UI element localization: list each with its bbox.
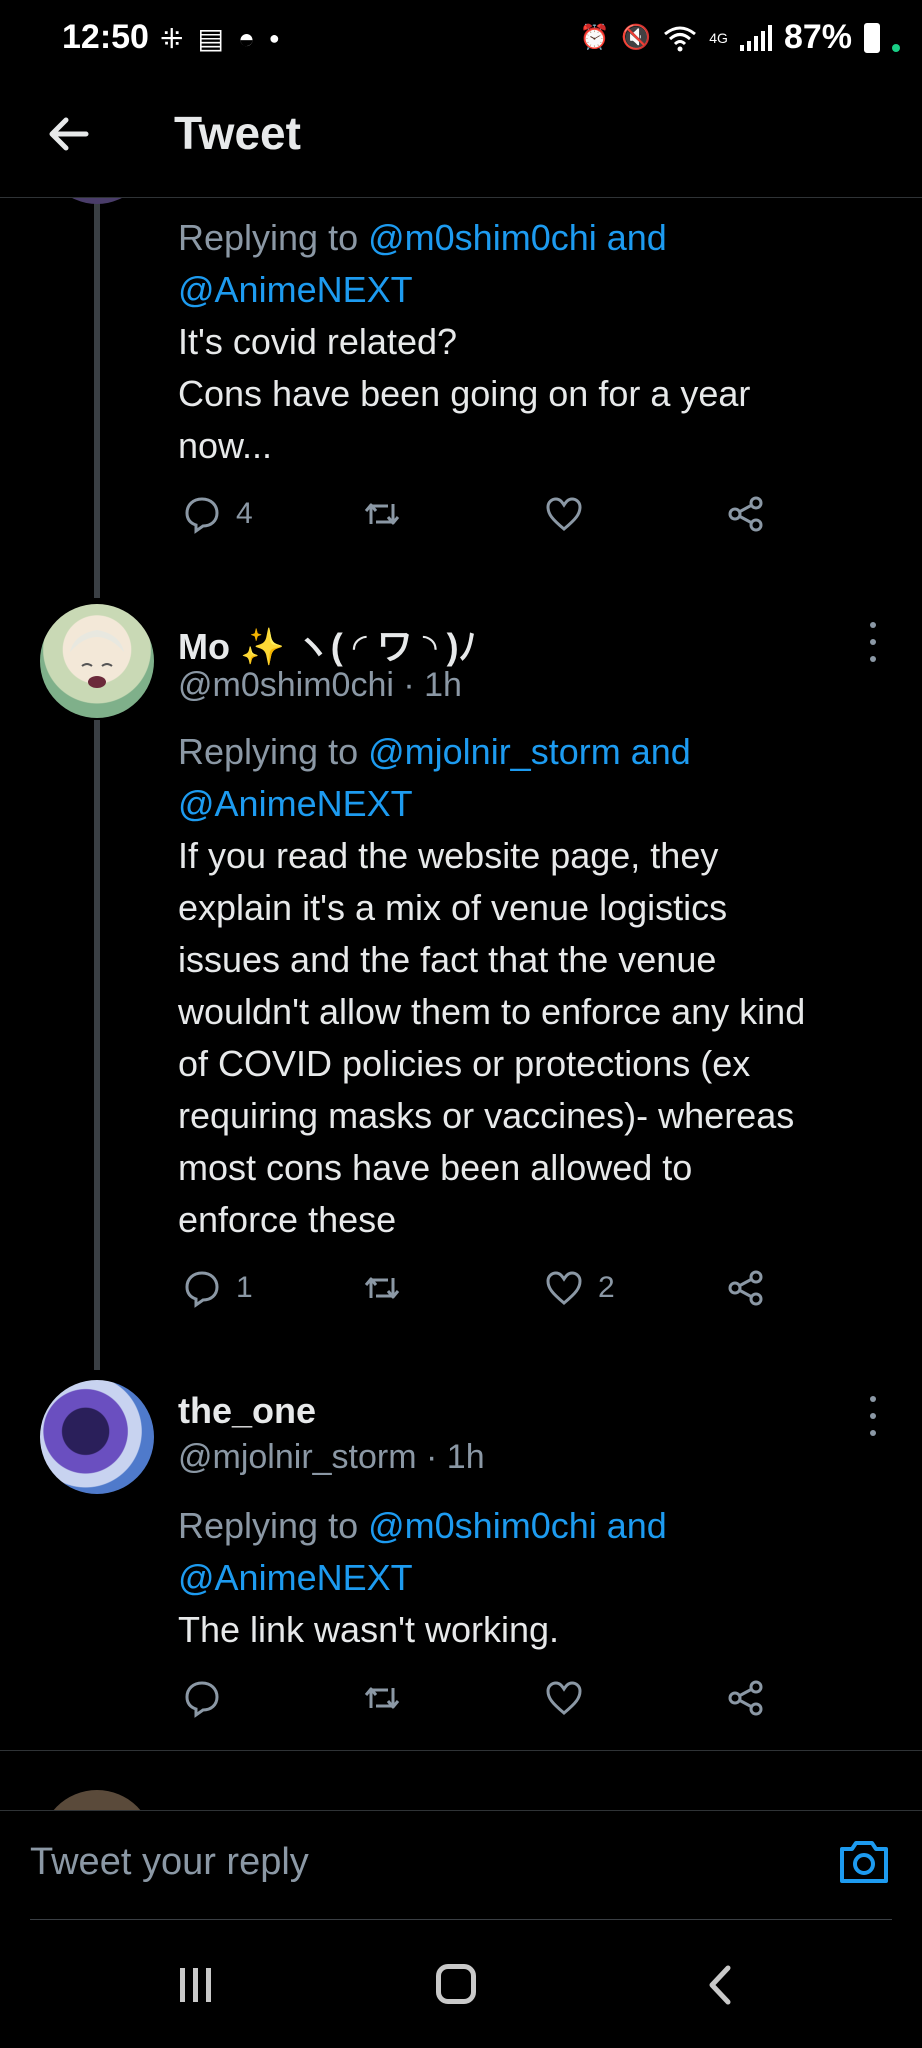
share-button[interactable]	[726, 1268, 766, 1308]
reply-count: 4	[236, 497, 253, 530]
reply-icon	[185, 1271, 219, 1308]
share-icon	[728, 496, 763, 532]
back-arrow-icon[interactable]	[44, 110, 92, 158]
avatar[interactable]	[40, 604, 154, 718]
tweet-actions: 1 2	[178, 1268, 798, 1318]
retweet-button[interactable]	[362, 1268, 402, 1308]
network-type: 4G	[709, 29, 728, 46]
tweet-text: The link wasn't working.	[178, 1609, 560, 1650]
handle-line: @mjolnir_storm · 1h	[178, 1438, 485, 1477]
retweet-icon	[364, 1687, 400, 1709]
heart-icon	[546, 497, 582, 531]
camera-icon[interactable]	[836, 1833, 892, 1889]
page-title: Tweet	[174, 107, 301, 159]
replying-to: Replying to @m0shim0chi and @AnimeNEXT	[178, 217, 667, 310]
tweet-text: If you read the website page, they expla…	[178, 835, 806, 1240]
replying-to: Replying to @mjolnir_storm and @AnimeNEX…	[178, 731, 691, 824]
retweet-icon	[364, 1277, 400, 1299]
battery-percent: 87%	[783, 18, 852, 56]
share-button[interactable]	[726, 494, 766, 534]
status-time: 12:50	[62, 18, 149, 56]
home-button[interactable]	[436, 1964, 476, 2004]
tweet-time: · 1h	[403, 666, 462, 704]
news-icon: ▤	[197, 23, 224, 54]
avatar[interactable]	[40, 1380, 154, 1494]
nav-back-icon[interactable]	[700, 1962, 740, 2008]
charging-dot	[892, 43, 900, 52]
system-nav-bar	[0, 1920, 922, 2048]
username[interactable]: @m0shim0chi	[178, 666, 394, 704]
mute-icon: 🔇	[621, 24, 652, 51]
reply-input[interactable]: Tweet your reply	[30, 1841, 309, 1884]
share-icon	[728, 1270, 763, 1306]
slack-icon: ⁜	[160, 23, 184, 54]
divider	[0, 1750, 922, 1751]
handle-line: @m0shim0chi · 1h	[178, 666, 462, 705]
retweet-icon	[364, 503, 400, 525]
reply-icon	[185, 1681, 219, 1718]
retweet-button[interactable]	[362, 1678, 402, 1718]
tweet-actions	[178, 1678, 798, 1728]
mention-link[interactable]: @AnimeNEXT	[178, 783, 413, 824]
tweet-time: · 1h	[426, 1438, 485, 1476]
alarm-icon: ⏰	[579, 24, 610, 51]
username[interactable]: @mjolnir_storm	[178, 1438, 417, 1476]
more-options-icon[interactable]	[866, 622, 880, 662]
snapchat-icon: ◓	[237, 22, 255, 54]
mention-link[interactable]: @AnimeNEXT	[178, 1557, 413, 1598]
share-icon	[728, 1680, 763, 1716]
heart-icon	[546, 1681, 582, 1715]
notification-icons: ⁜ ▤ ◓ ●	[160, 22, 280, 55]
share-button[interactable]	[726, 1678, 766, 1718]
more-options-icon[interactable]	[866, 1396, 880, 1436]
thread-line	[94, 720, 100, 1370]
thread-line	[94, 198, 100, 598]
top-app-bar: Tweet	[0, 80, 922, 198]
display-name[interactable]: Mo ✨ ヽ( ◜ ワ ◝ )ﾉ	[178, 618, 477, 670]
reply-count: 1	[236, 1271, 253, 1304]
replying-to: Replying to @m0shim0chi and @AnimeNEXT	[178, 1505, 667, 1598]
like-button[interactable]	[544, 1678, 584, 1718]
like-button[interactable]: 2	[544, 1268, 615, 1308]
dot-icon: ●	[268, 28, 280, 48]
mention-link[interactable]: @m0shim0chi and	[368, 1505, 667, 1546]
tweet-text: It's covid related? Cons have been going…	[178, 321, 751, 466]
reply-button[interactable]	[182, 1678, 222, 1718]
system-icons: ⏰ 🔇 4G 87%	[579, 18, 900, 57]
heart-icon	[546, 1271, 582, 1305]
avatar-illustration	[70, 630, 124, 688]
like-button[interactable]	[544, 494, 584, 534]
signal-icon	[739, 24, 772, 51]
display-name[interactable]: the_one	[178, 1390, 316, 1432]
retweet-button[interactable]	[362, 494, 402, 534]
reply-icon	[185, 497, 219, 534]
reply-composer: Tweet your reply	[0, 1810, 922, 1921]
status-bar: 12:50 ⁜ ▤ ◓ ● ⏰ 🔇 4G 87%	[0, 0, 922, 80]
like-count: 2	[598, 1271, 615, 1304]
tweet-actions: 4	[178, 494, 798, 544]
mention-link[interactable]: @AnimeNEXT	[178, 269, 413, 310]
reply-button[interactable]: 1	[182, 1268, 253, 1308]
battery-icon	[864, 22, 880, 53]
wifi-icon	[664, 26, 697, 51]
recents-button[interactable]	[180, 1968, 211, 2002]
mention-link[interactable]: @mjolnir_storm and	[368, 731, 691, 772]
mention-link[interactable]: @m0shim0chi and	[368, 217, 667, 258]
reply-button[interactable]: 4	[182, 494, 253, 534]
